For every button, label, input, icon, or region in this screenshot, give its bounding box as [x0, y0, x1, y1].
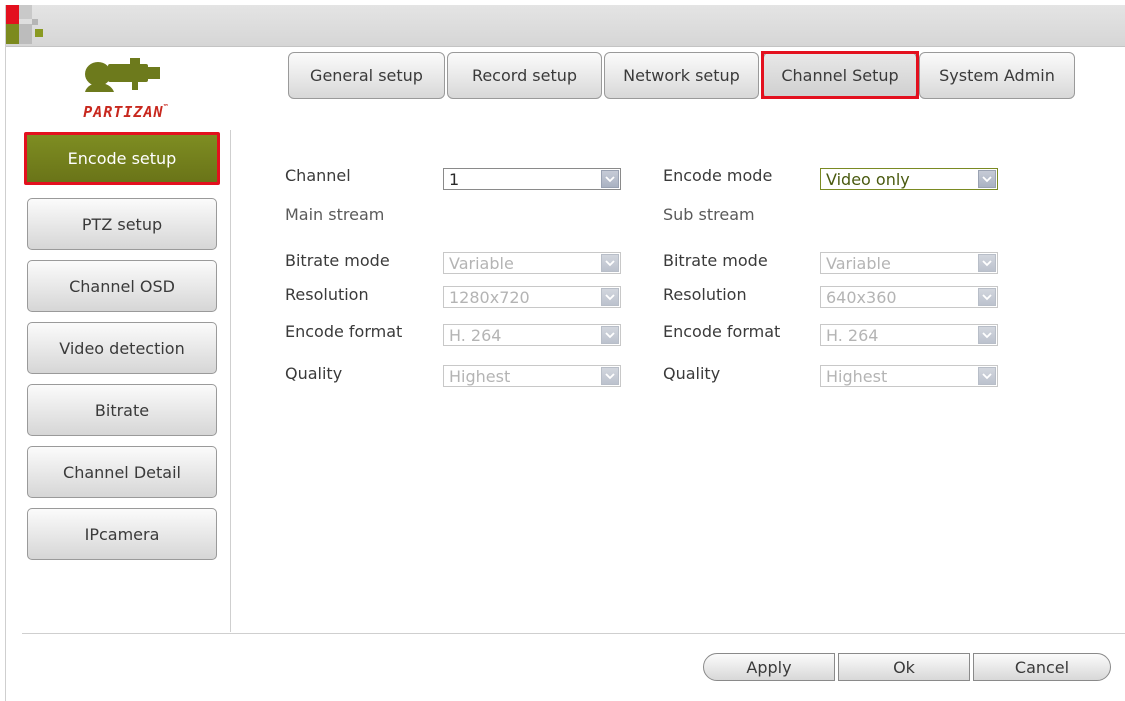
sidebar-item-video-detection[interactable]: Video detection [27, 322, 217, 374]
title-bar [6, 5, 1125, 47]
cancel-button[interactable]: Cancel [973, 653, 1111, 681]
chevron-down-icon [978, 326, 996, 344]
channel-label: Channel [285, 166, 351, 185]
sub-bitrate-mode-select[interactable]: Variable [820, 252, 998, 274]
sidebar-item-ptz-setup[interactable]: PTZ setup [27, 198, 217, 250]
sub-resolution-select[interactable]: 640x360 [820, 286, 998, 308]
ok-button[interactable]: Ok [838, 653, 970, 681]
brand-wordmark: PARTIZAN™ [83, 103, 169, 121]
tab-system-admin[interactable]: System Admin [919, 52, 1075, 99]
sidebar-item-ipcamera[interactable]: IPcamera [27, 508, 217, 560]
main-bitrate-mode-value: Variable [449, 253, 514, 273]
sub-quality-select[interactable]: Highest [820, 365, 998, 387]
app-icon [6, 5, 46, 47]
main-resolution-select[interactable]: 1280x720 [443, 286, 621, 308]
main-bitrate-mode-label: Bitrate mode [285, 251, 390, 270]
tab-network-setup[interactable]: Network setup [604, 52, 759, 99]
sub-bitrate-mode-label: Bitrate mode [663, 251, 768, 270]
main-encode-format-select[interactable]: H. 264 [443, 324, 621, 346]
tab-general-setup[interactable]: General setup [288, 52, 445, 99]
tab-channel-setup[interactable]: Channel Setup [763, 52, 917, 99]
sub-resolution-value: 640x360 [826, 287, 897, 307]
footer-divider [22, 633, 1125, 634]
main-bitrate-mode-select[interactable]: Variable [443, 252, 621, 274]
chevron-down-icon [978, 367, 996, 385]
main-stream-heading: Main stream [285, 205, 385, 224]
channel-select[interactable]: 1 [443, 168, 621, 190]
tab-record-setup[interactable]: Record setup [447, 52, 602, 99]
sidebar-item-channel-detail[interactable]: Channel Detail [27, 446, 217, 498]
main-quality-select[interactable]: Highest [443, 365, 621, 387]
encode-mode-value: Video only [826, 169, 910, 189]
chevron-down-icon [978, 254, 996, 272]
main-resolution-value: 1280x720 [449, 287, 530, 307]
main-encode-format-value: H. 264 [449, 325, 502, 345]
sidebar-item-encode-setup[interactable]: Encode setup [24, 132, 220, 185]
sub-bitrate-mode-value: Variable [826, 253, 891, 273]
encode-mode-label: Encode mode [663, 166, 773, 185]
sub-encode-format-select[interactable]: H. 264 [820, 324, 998, 346]
chevron-down-icon [978, 170, 996, 188]
main-encode-format-label: Encode format [285, 322, 403, 341]
chevron-down-icon [601, 367, 619, 385]
partizan-logo: PARTIZAN™ [70, 52, 190, 122]
sidebar-item-channel-osd[interactable]: Channel OSD [27, 260, 217, 312]
main-quality-value: Highest [449, 366, 511, 386]
sidebar-item-bitrate[interactable]: Bitrate [27, 384, 217, 436]
chevron-down-icon [601, 254, 619, 272]
camera-logo-icon [85, 58, 160, 92]
sub-quality-label: Quality [663, 364, 721, 383]
sub-stream-heading: Sub stream [663, 205, 755, 224]
chevron-down-icon [601, 326, 619, 344]
main-resolution-label: Resolution [285, 285, 369, 304]
sub-encode-format-value: H. 264 [826, 325, 879, 345]
sub-encode-format-label: Encode format [663, 322, 781, 341]
encode-mode-select[interactable]: Video only [820, 168, 998, 190]
apply-button[interactable]: Apply [703, 653, 835, 681]
main-quality-label: Quality [285, 364, 343, 383]
sidebar-divider [230, 130, 231, 632]
channel-value: 1 [449, 169, 460, 189]
sub-resolution-label: Resolution [663, 285, 747, 304]
sub-quality-value: Highest [826, 366, 888, 386]
chevron-down-icon [601, 288, 619, 306]
chevron-down-icon [978, 288, 996, 306]
chevron-down-icon [601, 170, 619, 188]
